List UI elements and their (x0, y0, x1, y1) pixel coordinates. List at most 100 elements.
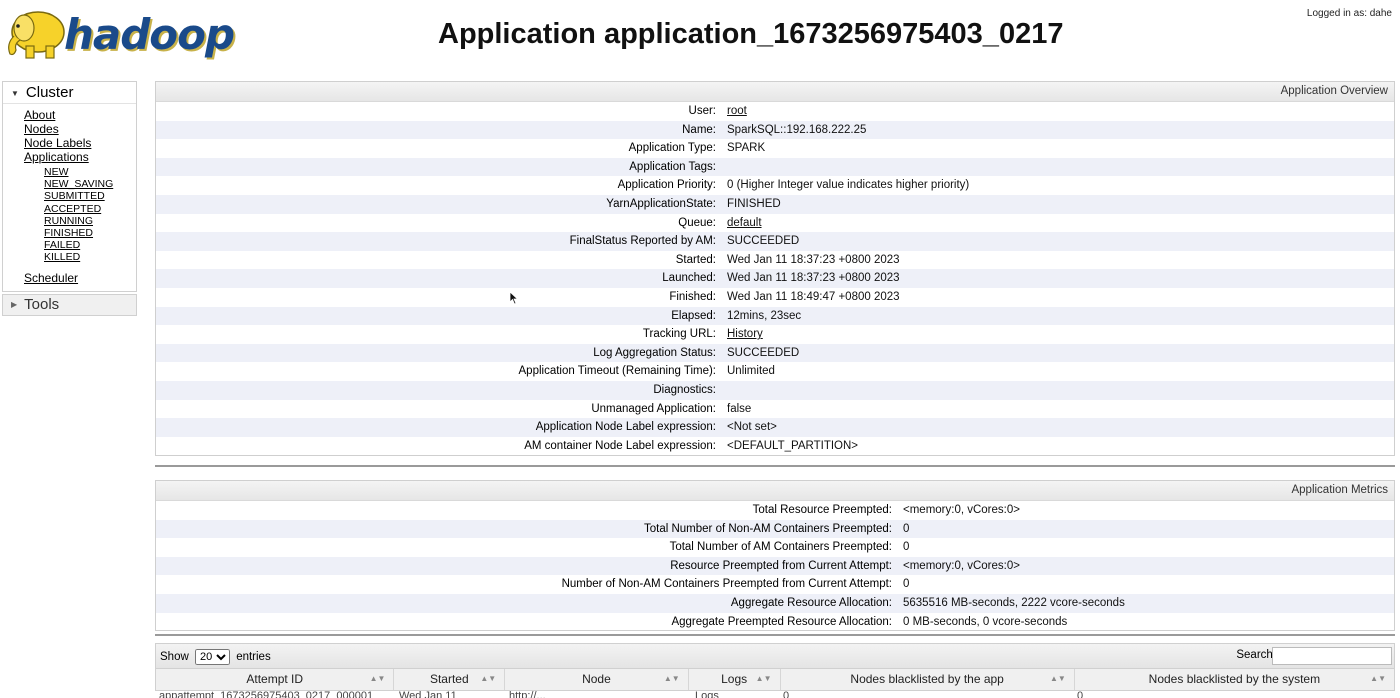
app-state-accepted[interactable]: ACCEPTED (44, 203, 101, 215)
info-row-value: Unlimited (727, 365, 775, 378)
info-row: AM container Node Label expression: <DEFA… (156, 437, 1394, 456)
info-row-key: Application Tags: (629, 160, 716, 173)
info-row-value: Wed Jan 11 18:49:47 +0800 2023 (727, 290, 900, 303)
column-nodes-blacklisted-app[interactable]: Nodes blacklisted by the app ▲▼ (781, 669, 1075, 690)
info-row: Total Number of Non-AM Containers Preemp… (156, 519, 1394, 539)
column-label: Nodes blacklisted by the app (850, 672, 1004, 686)
info-row-value: <memory:0, vCores:0> (903, 504, 1020, 516)
column-label: Logs (721, 672, 748, 686)
sidebar-item-about[interactable]: About (24, 108, 55, 122)
blacklisted-app-cell: 0 (783, 690, 790, 698)
sort-icon: ▲▼ (480, 674, 497, 683)
info-row: Launched: Wed Jan 11 18:37:23 +0800 2023 (156, 269, 1394, 288)
info-row: YarnApplicationState: FINISHED (156, 194, 1394, 214)
info-row-key: Unmanaged Application: (591, 402, 716, 415)
info-row: Aggregate Resource Allocation: 5635516 MB… (156, 593, 1394, 613)
info-row-value: 5635516 MB-seconds, 2222 vcore-seconds (903, 596, 1125, 609)
logo-wordmark: hadoop (64, 10, 235, 59)
app-state-new-saving[interactable]: NEW_SAVING (44, 178, 113, 190)
search-input[interactable] (1272, 647, 1392, 665)
info-row-link[interactable]: default (727, 214, 762, 233)
info-row-key: Total Number of Non-AM Containers Preemp… (644, 522, 892, 535)
info-row-key: Finished: (669, 290, 716, 303)
column-logs[interactable]: Logs ▲▼ (689, 669, 781, 690)
info-row: Unmanaged Application: false (156, 400, 1394, 419)
info-row: Queue: default (156, 214, 1394, 233)
info-row: Started: Wed Jan 11 18:37:23 +0800 2023 (156, 251, 1394, 270)
metrics-heading: Application Metrics (156, 481, 1394, 501)
sidebar: ▼ Cluster About Nodes Node Labels Applica… (2, 81, 137, 316)
node-cell[interactable]: http://... (509, 690, 546, 698)
entries-select[interactable]: 20 (194, 649, 230, 665)
info-row-link[interactable]: History (727, 325, 763, 344)
info-row-value: SUCCEEDED (727, 235, 800, 248)
overview-heading: Application Overview (156, 82, 1394, 102)
app-state-submitted[interactable]: SUBMITTED (44, 190, 105, 202)
metrics-rows: Total Resource Preempted: <memory:0, vCor… (156, 501, 1394, 631)
info-row-value: 0 (Higher Integer value indicates higher… (727, 179, 970, 192)
logs-cell[interactable]: Logs (695, 690, 719, 698)
mouse-cursor-icon (509, 291, 519, 305)
info-row-value: 0 (903, 522, 910, 535)
search-label: Search: (1236, 649, 1276, 661)
hadoop-logo[interactable]: hadoop (4, 4, 240, 64)
column-node[interactable]: Node ▲▼ (505, 669, 689, 690)
info-row-key: Aggregate Resource Allocation: (730, 596, 892, 609)
column-label: Attempt ID (246, 672, 304, 686)
info-row-key: Name: (682, 123, 716, 136)
app-state-new[interactable]: NEW (44, 166, 69, 178)
attempt-id-cell[interactable]: appattempt_1673256975403_0217_000001 (159, 690, 373, 698)
info-row: Tracking URL: History (156, 325, 1394, 344)
info-row: Diagnostics: (156, 380, 1394, 400)
sidebar-item-node-labels[interactable]: Node Labels (24, 136, 91, 150)
info-row-key: Elapsed: (671, 309, 716, 322)
info-row-value: 0 (903, 541, 910, 554)
info-row-value: Wed Jan 11 18:37:23 +0800 2023 (727, 272, 900, 285)
sort-icon: ▲▼ (1049, 674, 1066, 683)
column-nodes-blacklisted-system[interactable]: Nodes blacklisted by the system ▲▼ (1075, 669, 1394, 690)
column-label: Started (429, 672, 469, 686)
info-row: Total Resource Preempted: <memory:0, vCor… (156, 501, 1394, 520)
column-attempt-id[interactable]: Attempt ID ▲▼ (156, 669, 395, 690)
info-row-link[interactable]: root (727, 102, 747, 121)
app-state-failed[interactable]: FAILED (44, 239, 80, 251)
info-row-value: SparkSQL::192.168.222.25 (727, 123, 867, 136)
info-row: Log Aggregation Status: SUCCEEDED (156, 343, 1394, 363)
sort-icon: ▲▼ (663, 674, 680, 683)
info-row-key: Application Node Label expression: (535, 421, 716, 434)
tools-label: Tools (24, 295, 60, 313)
column-started[interactable]: Started ▲▼ (394, 669, 506, 690)
app-state-finished[interactable]: FINISHED (44, 227, 93, 239)
info-row-value: Wed Jan 11 18:37:23 +0800 2023 (727, 253, 900, 266)
entries-label: entries (236, 651, 271, 663)
info-row-key: FinalStatus Reported by AM: (569, 235, 716, 248)
overview-rows: User: rootName: SparkSQL::192.168.222.25Ap… (156, 102, 1394, 455)
info-row-value: <DEFAULT_PARTITION> (727, 439, 859, 452)
header: hadoop Application application_167325697… (0, 0, 1400, 75)
attempts-table-controls: Show 20 entries Search: (155, 643, 1395, 669)
info-row-key: User: (688, 105, 716, 117)
sidebar-item-scheduler[interactable]: Scheduler (24, 271, 78, 285)
cluster-nav: ▼ Cluster About Nodes Node Labels Applica… (2, 81, 137, 292)
cluster-toggle[interactable]: ▼ Cluster (3, 82, 136, 104)
info-row-value: <memory:0, vCores:0> (903, 559, 1020, 572)
show-label: Show (160, 651, 189, 663)
application-overview-panel: Application Overview User: root Name: Spark… (155, 81, 1395, 456)
info-row-value: FINISHED (727, 197, 781, 210)
info-row: Aggregate Preempted Resource Allocation:… (156, 613, 1394, 632)
app-state-running[interactable]: RUNNING (44, 215, 93, 227)
info-row-key: Queue: (678, 216, 716, 229)
table-row[interactable]: appattempt_1673256975403_0217_000001 Wed… (155, 690, 1393, 698)
info-row-value: SUCCEEDED (727, 346, 800, 359)
info-row-value: 12mins, 23sec (727, 309, 802, 322)
info-row-key: YarnApplicationState: (606, 197, 716, 210)
info-row: FinalStatus Reported by AM: SUCCEEDED (156, 232, 1394, 251)
column-label: Node (582, 672, 611, 686)
column-label: Nodes blacklisted by the system (1148, 672, 1321, 686)
sort-icon: ▲▼ (369, 674, 386, 683)
tools-toggle[interactable]: ▶ Tools (2, 293, 137, 316)
sidebar-item-nodes[interactable]: Nodes (24, 122, 59, 136)
info-row-key: Started: (675, 253, 716, 266)
app-state-killed[interactable]: KILLED (44, 251, 80, 263)
sidebar-item-applications[interactable]: Applications (24, 150, 89, 164)
